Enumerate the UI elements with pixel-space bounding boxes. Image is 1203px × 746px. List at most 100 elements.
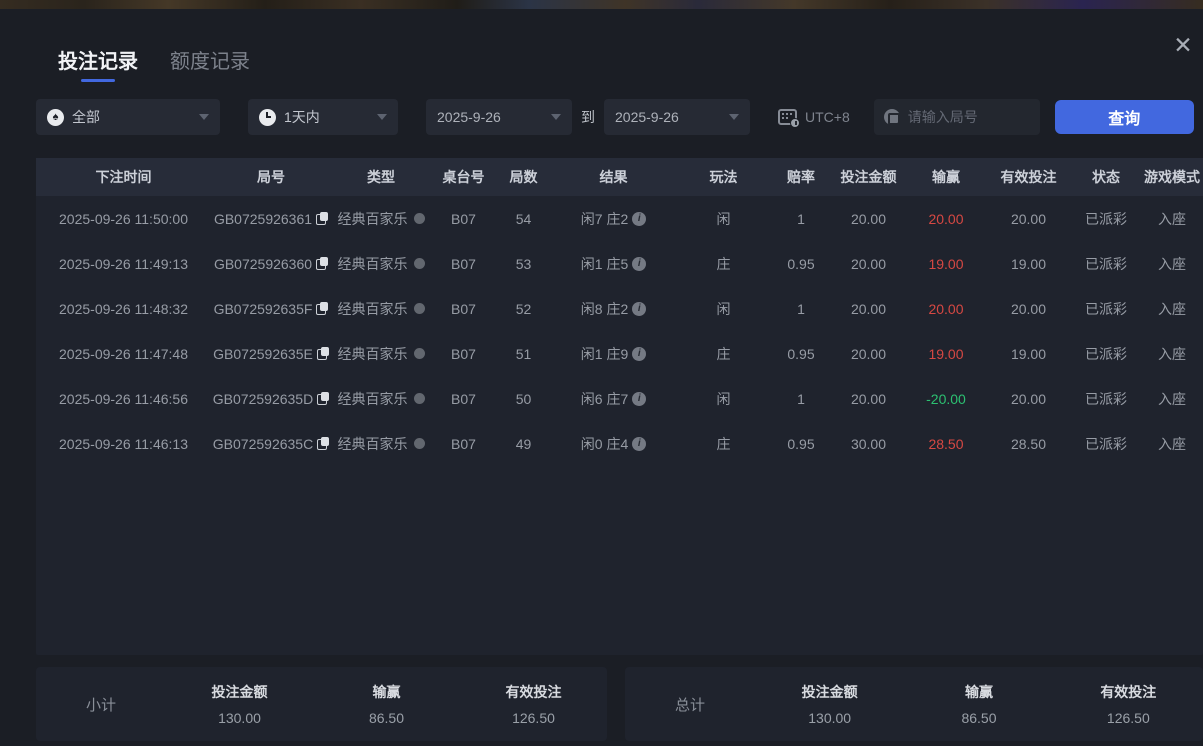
summary-item-label: 输赢 — [964, 684, 993, 700]
game-type-select[interactable]: ♠ 全部 — [36, 99, 220, 135]
round-number-search — [873, 99, 1040, 135]
column-header: 下注时间 — [95, 169, 152, 185]
screen: ✕ 投注记录 额度记录 ♠ 全部 1天内 2025-9-26 到 2025-9-… — [0, 0, 1203, 746]
cell-status: 已派彩 — [1085, 390, 1127, 407]
cell-play-type: 庄 — [716, 255, 731, 272]
tab-bet-records[interactable]: 投注记录 — [58, 45, 138, 82]
cell-table-number: B07 — [451, 345, 476, 362]
info-icon[interactable] — [632, 436, 647, 451]
cell-bet-time: 2025-09-26 11:46:56 — [59, 390, 188, 407]
round-number-input[interactable] — [907, 109, 1030, 125]
cell-table-number: B07 — [451, 210, 476, 227]
info-icon[interactable] — [632, 391, 647, 406]
round-id-text: GB072592635D — [212, 390, 314, 407]
column-header: 输赢 — [932, 169, 960, 185]
cell-round-id: GB072592635C — [211, 436, 331, 452]
cell-result: 闲1 庄5 — [551, 254, 676, 274]
info-icon[interactable] — [632, 211, 647, 226]
cell-odds: 0.95 — [787, 255, 815, 272]
table-row[interactable]: 2025-09-26 11:48:32 GB072592635F 经典百家乐 B… — [36, 286, 1203, 331]
cell-play-type: 闲 — [716, 390, 731, 407]
table-row[interactable]: 2025-09-26 11:46:13 GB072592635C 经典百家乐 B… — [36, 421, 1203, 466]
cell-game-mode: 入座 — [1158, 210, 1186, 227]
copy-icon[interactable] — [317, 392, 330, 405]
cell-round-number: 51 — [515, 345, 532, 362]
result-text: 闲6 庄7 — [580, 390, 629, 407]
cell-round-number: 53 — [515, 255, 532, 272]
calendar-clock-icon — [778, 109, 800, 128]
copy-icon[interactable] — [316, 212, 329, 225]
cell-valid-bet: 28.50 — [1010, 435, 1047, 452]
close-icon[interactable]: ✕ — [1167, 29, 1199, 61]
cell-round-number: 50 — [515, 390, 532, 407]
info-icon[interactable] — [632, 346, 647, 361]
cell-play-type: 闲 — [716, 300, 731, 317]
cell-game-mode: 入座 — [1158, 435, 1186, 452]
cell-game-mode: 入座 — [1158, 345, 1186, 362]
filter-bar: ♠ 全部 1天内 2025-9-26 到 2025-9-26 UTC+8 请输入… — [0, 99, 1203, 135]
column-header: 状态 — [1092, 169, 1120, 185]
table-row[interactable]: 2025-09-26 11:46:56 GB072592635D 经典百家乐 B… — [36, 376, 1203, 421]
cell-play-type: 闲 — [716, 210, 731, 227]
cell-valid-bet: 20.00 — [1010, 210, 1047, 227]
table-row[interactable]: 2025-09-26 11:47:48 GB072592635E 经典百家乐 B… — [36, 331, 1203, 376]
cell-win-loss: 20.00 — [928, 210, 964, 227]
subtotal-label: 小计 — [85, 696, 116, 714]
cell-bet-amount: 30.00 — [850, 435, 887, 452]
cell-table-number: B07 — [451, 300, 476, 317]
info-icon[interactable] — [632, 256, 647, 271]
bet-records-modal: ✕ 投注记录 额度记录 ♠ 全部 1天内 2025-9-26 到 2025-9-… — [0, 9, 1203, 746]
summary-item-label: 输赢 — [372, 684, 401, 700]
tab-quota-records-label: 额度记录 — [170, 51, 250, 73]
total-panel: 总计 投注金额 130.00 输赢 86.50 有效投注 126.50 — [625, 667, 1203, 741]
date-from-picker[interactable]: 2025-9-26 — [426, 99, 572, 135]
summary-item-label: 投注金额 — [211, 684, 268, 700]
table-row[interactable]: 2025-09-26 11:49:13 GB0725926360 经典百家乐 B… — [36, 241, 1203, 286]
round-id-text: GB0725926360 — [213, 255, 313, 272]
subtotal-panel: 小计 投注金额 130.00 输赢 86.50 有效投注 126.50 — [36, 667, 607, 741]
summary-item-label: 有效投注 — [1100, 684, 1157, 700]
round-id-text: GB072592635F — [213, 300, 313, 317]
cell-round-number: 54 — [515, 210, 532, 227]
cell-win-loss: 19.00 — [928, 255, 964, 272]
search-button[interactable]: 查询 — [1054, 100, 1194, 134]
copy-icon[interactable] — [316, 257, 329, 270]
time-range-value: 1天内 — [284, 109, 320, 125]
copy-icon[interactable] — [316, 302, 329, 315]
cell-win-loss: -20.00 — [926, 390, 966, 407]
cell-bet-time: 2025-09-26 11:49:13 — [59, 255, 188, 272]
cell-status: 已派彩 — [1085, 255, 1127, 272]
summary-item-label: 有效投注 — [505, 684, 562, 700]
cell-valid-bet: 19.00 — [1010, 345, 1047, 362]
tab-quota-records[interactable]: 额度记录 — [170, 45, 250, 74]
spade-icon: ♠ — [47, 108, 64, 126]
time-range-select[interactable]: 1天内 — [248, 99, 398, 135]
cell-game-type: 经典百家乐 — [331, 299, 431, 319]
result-text: 闲1 庄5 — [580, 255, 629, 272]
tab-bet-records-label: 投注记录 — [58, 51, 138, 73]
cell-status: 已派彩 — [1085, 345, 1127, 362]
game-type-dot-icon — [413, 303, 425, 314]
summary-item: 有效投注 126.50 — [460, 682, 607, 726]
game-type-text: 经典百家乐 — [337, 210, 408, 227]
summary-item-value: 86.50 — [961, 710, 997, 726]
cell-play-type: 庄 — [716, 435, 731, 452]
timezone-display: UTC+8 — [778, 109, 850, 128]
cell-odds: 0.95 — [787, 435, 815, 452]
info-icon[interactable] — [632, 301, 647, 316]
round-id-text: GB0725926361 — [213, 210, 313, 227]
cell-round-id: GB072592635E — [211, 346, 331, 362]
table-row[interactable]: 2025-09-26 11:50:00 GB0725926361 经典百家乐 B… — [36, 196, 1203, 241]
column-header: 局号 — [257, 169, 285, 185]
cell-bet-amount: 20.00 — [850, 210, 887, 227]
copy-icon[interactable] — [317, 437, 330, 450]
tab-bar: 投注记录 额度记录 — [0, 9, 1203, 82]
cell-table-number: B07 — [451, 435, 476, 452]
cell-bet-amount: 20.00 — [850, 345, 887, 362]
cell-result: 闲0 庄4 — [551, 434, 676, 454]
game-type-dot-icon — [413, 258, 425, 269]
copy-icon[interactable] — [316, 347, 329, 360]
timezone-label: UTC+8 — [805, 109, 850, 125]
date-to-picker[interactable]: 2025-9-26 — [604, 99, 750, 135]
cell-bet-time: 2025-09-26 11:46:13 — [59, 435, 188, 452]
